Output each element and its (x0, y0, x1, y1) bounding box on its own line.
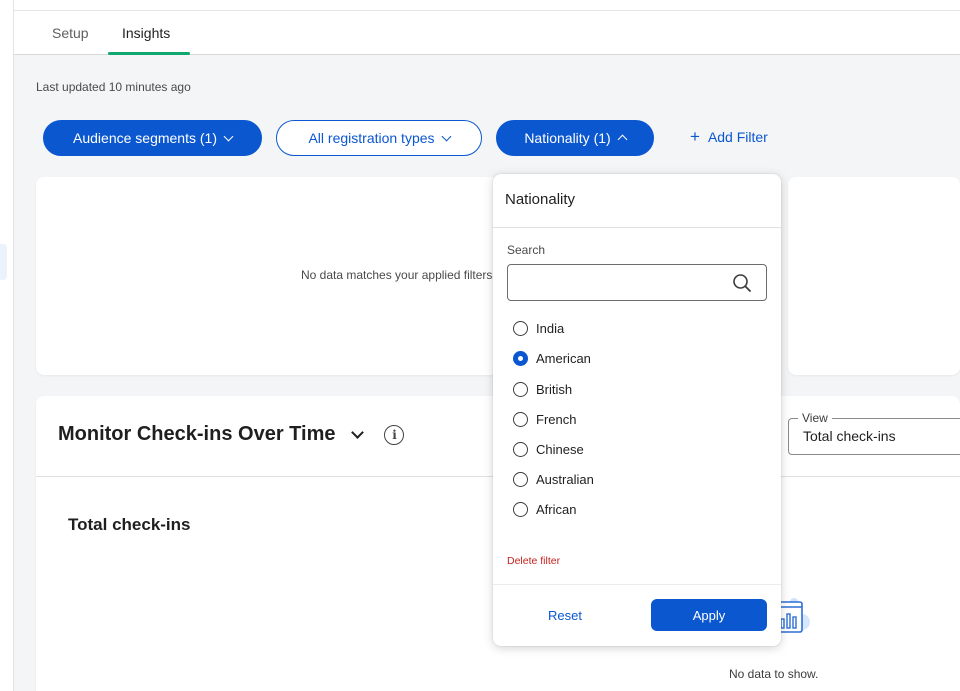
delete-filter-link[interactable]: Delete filter (507, 555, 560, 567)
nationality-option-chinese[interactable]: Chinese (513, 442, 584, 457)
nationality-option-british[interactable]: British (513, 382, 572, 397)
nationality-option-india[interactable]: India (513, 321, 564, 336)
registration-types-filter-button[interactable]: All registration types (276, 120, 482, 156)
radio-button-selected[interactable] (513, 351, 528, 366)
search-label: Search (507, 243, 546, 257)
option-label: African (536, 502, 577, 517)
radio-button[interactable] (513, 321, 528, 336)
total-checkins-title: Total check-ins (68, 515, 191, 534)
search-icon[interactable] (731, 272, 753, 294)
monitor-title-dropdown[interactable]: Monitor Check-ins Over Time i (58, 423, 405, 446)
view-select-value: Total check-ins (803, 428, 896, 444)
audience-segments-filter-button[interactable]: Audience segments (1) (43, 120, 262, 156)
nationality-option-australian[interactable]: Australian (513, 472, 594, 487)
reset-button[interactable]: Reset (533, 599, 597, 631)
view-select-label: View (798, 411, 832, 425)
chevron-up-icon (617, 134, 628, 145)
no-data-to-show-text: No data to show. (729, 667, 819, 681)
option-label: American (536, 351, 591, 366)
left-rail (0, 0, 14, 691)
nationality-option-african[interactable]: African (513, 502, 576, 517)
popover-title: Nationality (505, 191, 576, 208)
no-data-applied-text: No data matches your applied filters (301, 268, 493, 282)
nationality-option-french[interactable]: French (513, 412, 576, 427)
tab-setup[interactable]: Setup (52, 25, 89, 41)
info-icon[interactable]: i (384, 424, 405, 445)
radio-button[interactable] (513, 442, 528, 457)
chevron-down-icon (441, 131, 451, 141)
option-label: Australian (536, 472, 594, 487)
audience-segments-label: Audience segments (1) (73, 130, 217, 146)
tab-bar: Setup Insights (14, 11, 960, 55)
tab-insights[interactable]: Insights (122, 25, 170, 41)
nationality-filter-button[interactable]: Nationality (1) (496, 120, 654, 156)
option-label: French (536, 412, 577, 427)
summary-card-right (788, 177, 960, 375)
registration-types-label: All registration types (308, 130, 435, 146)
add-filter-label: Add Filter (707, 128, 768, 145)
plus-icon: + (690, 127, 700, 146)
nationality-option-american[interactable]: American (513, 351, 591, 366)
radio-button[interactable] (513, 502, 528, 517)
apply-button[interactable]: Apply (651, 599, 767, 631)
option-label: India (536, 321, 565, 336)
radio-button[interactable] (513, 412, 528, 427)
last-updated-text: Last updated 10 minutes ago (36, 80, 191, 94)
nationality-filter-label: Nationality (1) (524, 130, 611, 146)
left-rail-marker (0, 244, 7, 280)
option-label: Chinese (536, 442, 584, 457)
popover-footer-divider (493, 584, 781, 585)
radio-button[interactable] (513, 382, 528, 397)
popover-divider (493, 227, 781, 228)
chevron-down-icon (351, 425, 365, 439)
nationality-popover: Nationality Search India American Britis… (493, 174, 781, 646)
chevron-down-icon (223, 131, 234, 141)
search-input[interactable] (507, 264, 767, 301)
option-label: British (536, 382, 573, 397)
monitor-title: Monitor Check-ins Over Time (58, 423, 336, 445)
radio-button[interactable] (513, 472, 528, 487)
add-filter-button[interactable]: + Add Filter (690, 128, 768, 145)
